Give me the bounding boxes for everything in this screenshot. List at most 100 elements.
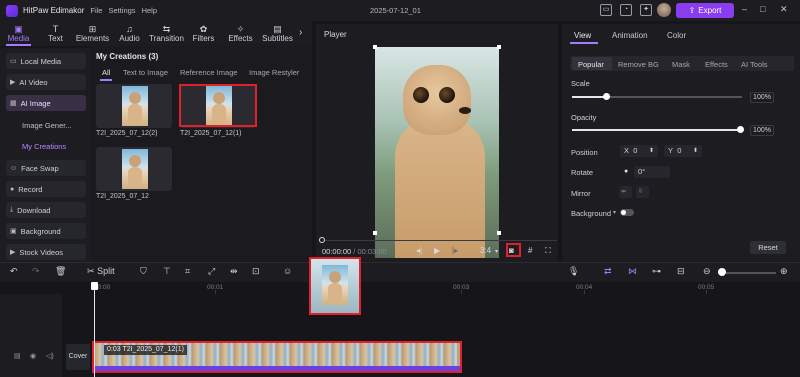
split-button[interactable]: ✂ Split bbox=[87, 266, 115, 277]
rotate-dial-icon[interactable]: ● bbox=[624, 168, 628, 175]
menu-file[interactable]: File bbox=[90, 6, 102, 15]
sidebar-item-background[interactable]: ▣ Background bbox=[6, 223, 86, 239]
next-frame-icon[interactable]: |▸ bbox=[452, 246, 458, 255]
resize-handle[interactable] bbox=[497, 231, 501, 235]
media-thumbnail[interactable] bbox=[96, 147, 172, 191]
sidebar-sub-image-generator[interactable]: Image Gener... bbox=[22, 121, 72, 130]
scale-value[interactable]: 100% bbox=[750, 92, 774, 103]
playhead[interactable] bbox=[94, 283, 95, 377]
track-icon[interactable]: ⊶ bbox=[652, 266, 661, 277]
fit-icon[interactable]: ⊟ bbox=[677, 266, 685, 277]
shield-icon[interactable]: ⛉ bbox=[140, 266, 147, 277]
mirror-vertical-icon[interactable]: ⇳ bbox=[636, 186, 649, 198]
tab-text[interactable]: T Text bbox=[37, 21, 74, 46]
tab-image-restyler[interactable]: Image Restyler bbox=[249, 68, 299, 77]
menu-help[interactable]: Help bbox=[142, 6, 157, 15]
tab-view[interactable]: View bbox=[574, 31, 591, 40]
stepper-icon[interactable]: ⬍ bbox=[693, 145, 698, 157]
subtab-remove-bg[interactable]: Remove BG bbox=[618, 60, 659, 69]
resize-handle[interactable] bbox=[373, 45, 377, 49]
tab-subtitles[interactable]: ▤ Subtitles bbox=[259, 21, 296, 46]
tab-color[interactable]: Color bbox=[667, 31, 686, 40]
rotate-field[interactable]: 0° bbox=[634, 166, 670, 178]
mirror-horizontal-icon[interactable]: ⇹ bbox=[619, 186, 632, 198]
tab-text-to-image[interactable]: Text to Image bbox=[123, 68, 168, 77]
tab-audio[interactable]: ♫ Audio bbox=[111, 21, 148, 46]
seek-bar[interactable] bbox=[321, 240, 557, 241]
tab-transition[interactable]: ⇆ Transition bbox=[148, 21, 185, 46]
stepper-icon[interactable]: ⬍ bbox=[649, 145, 654, 157]
tab-media[interactable]: ▣ Media bbox=[0, 21, 37, 46]
position-x-field[interactable]: X 0 ⬍ bbox=[620, 145, 658, 157]
play-icon[interactable]: ▶ bbox=[434, 246, 440, 255]
export-button[interactable]: ⇪ Export bbox=[676, 3, 734, 18]
tab-reference-image[interactable]: Reference Image bbox=[180, 68, 238, 77]
tab-elements[interactable]: ⊞ Elements bbox=[74, 21, 111, 46]
scale-slider-handle[interactable] bbox=[603, 93, 610, 100]
tab-effects[interactable]: ✧ Effects bbox=[222, 21, 259, 46]
subtab-mask[interactable]: Mask bbox=[672, 60, 690, 69]
opacity-slider[interactable] bbox=[572, 129, 742, 131]
sidebar-item-stock-videos[interactable]: ▶ Stock Videos bbox=[6, 244, 86, 260]
reset-button[interactable]: Reset bbox=[750, 241, 786, 254]
track-lock-icon[interactable]: ▤ bbox=[14, 352, 21, 360]
seek-handle[interactable] bbox=[319, 237, 325, 243]
sidebar-item-face-swap[interactable]: ☺ Face Swap bbox=[6, 160, 86, 176]
chevron-right-icon[interactable]: › bbox=[299, 27, 302, 38]
undo-icon[interactable]: ↶ bbox=[10, 266, 18, 277]
sidebar-item-download[interactable]: ⤓ Download bbox=[6, 202, 86, 218]
sidebar-item-local-media[interactable]: ▭ Local Media bbox=[6, 53, 86, 69]
grid-icon[interactable]: # bbox=[528, 246, 532, 255]
position-y-field[interactable]: Y 0 ⬍ bbox=[664, 145, 702, 157]
scale-slider[interactable] bbox=[572, 96, 742, 98]
media-thumbnail[interactable] bbox=[96, 84, 172, 128]
magnet-icon[interactable]: ⋈ bbox=[628, 266, 637, 277]
preview-image[interactable] bbox=[375, 47, 499, 258]
opacity-value[interactable]: 100% bbox=[750, 125, 774, 136]
opacity-slider-handle[interactable] bbox=[737, 126, 744, 133]
face-icon[interactable]: ☺ bbox=[283, 266, 292, 276]
subtab-ai-tools[interactable]: AI Tools bbox=[741, 60, 768, 69]
redo-icon[interactable]: ↷ bbox=[32, 266, 40, 277]
crop-icon[interactable]: ⌗ bbox=[185, 266, 190, 277]
gift-icon[interactable]: ✦ bbox=[640, 4, 652, 16]
sidebar-item-ai-image[interactable]: ▦ AI Image bbox=[6, 95, 86, 111]
text-box-icon[interactable]: ⊤ bbox=[163, 266, 171, 277]
sidebar-item-record[interactable]: ● Record bbox=[6, 181, 86, 197]
link-icon[interactable]: ⇄ bbox=[604, 266, 612, 277]
playhead-handle[interactable] bbox=[91, 282, 98, 290]
zoom-out-icon[interactable]: ⊖ bbox=[703, 266, 711, 277]
chevron-down-icon[interactable]: ▾ bbox=[495, 248, 498, 255]
tab-all[interactable]: All bbox=[102, 68, 110, 77]
transform-icon[interactable]: ⤢ bbox=[208, 266, 215, 277]
eye-icon[interactable]: ◉ bbox=[30, 352, 36, 360]
microphone-icon[interactable]: 🎙 bbox=[568, 266, 579, 277]
speaker-icon[interactable]: ◁) bbox=[46, 352, 54, 360]
mirror-icon[interactable]: ⇹ bbox=[230, 266, 238, 277]
minimize-icon[interactable]: – bbox=[742, 4, 747, 14]
aspect-ratio[interactable]: 3:4 bbox=[480, 246, 491, 255]
close-icon[interactable]: ✕ bbox=[780, 4, 788, 15]
freeze-icon[interactable]: ⊡ bbox=[252, 266, 260, 277]
maximize-icon[interactable]: □ bbox=[760, 4, 765, 14]
chevron-down-icon[interactable]: ▾ bbox=[613, 209, 616, 216]
screen-icon[interactable]: ▭ bbox=[600, 4, 612, 16]
tab-filters[interactable]: ✿ Filters bbox=[185, 21, 222, 46]
prev-frame-icon[interactable]: ◂| bbox=[416, 246, 422, 255]
avatar[interactable] bbox=[657, 3, 671, 17]
zoom-in-icon[interactable]: ⊕ bbox=[780, 266, 788, 277]
sidebar-item-ai-video[interactable]: ▶ AI Video bbox=[6, 74, 86, 90]
fullscreen-icon[interactable]: ⛶ bbox=[545, 246, 551, 256]
sidebar-sub-my-creations[interactable]: My Creations bbox=[22, 142, 66, 151]
zoom-slider-handle[interactable] bbox=[718, 268, 726, 276]
timeline-ruler[interactable] bbox=[62, 282, 800, 294]
resize-handle[interactable] bbox=[373, 231, 377, 235]
zoom-slider[interactable] bbox=[718, 272, 776, 274]
delete-icon[interactable]: 🗑 bbox=[55, 266, 66, 277]
notification-icon[interactable]: ◔ bbox=[620, 4, 632, 16]
subtab-effects[interactable]: Effects bbox=[705, 60, 728, 69]
cover-button[interactable]: Cover bbox=[66, 344, 90, 370]
tab-animation[interactable]: Animation bbox=[612, 31, 648, 40]
resize-handle[interactable] bbox=[497, 45, 501, 49]
subtab-popular[interactable]: Popular bbox=[578, 60, 604, 69]
